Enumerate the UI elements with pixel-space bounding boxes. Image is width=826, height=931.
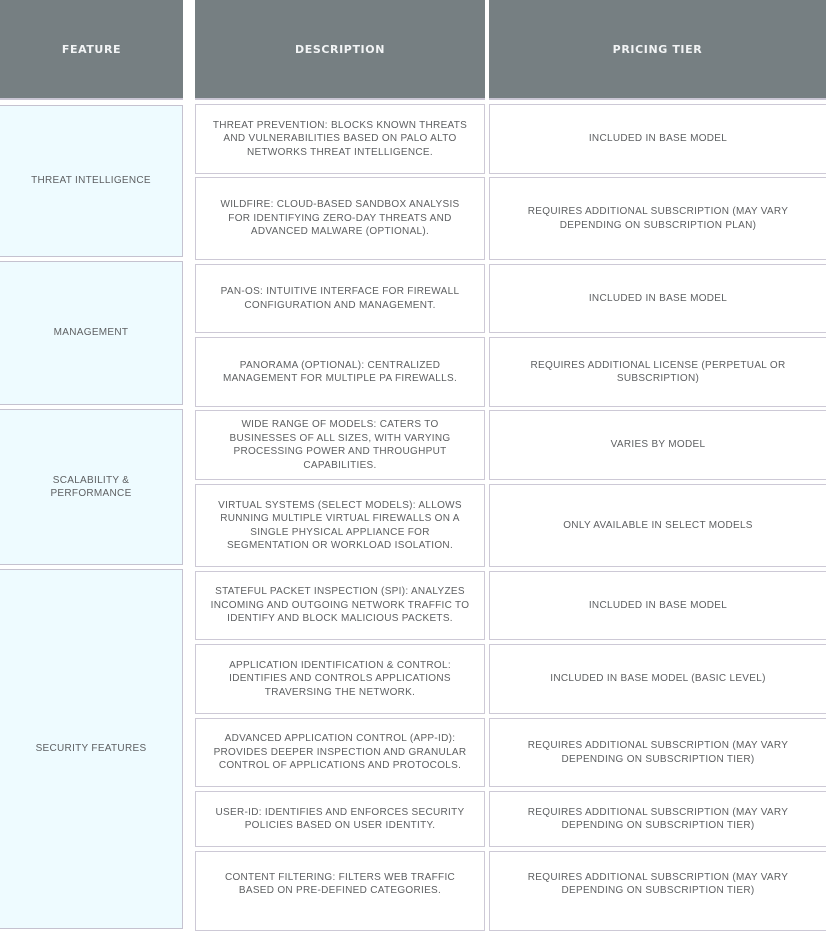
description-cell: VIRTUAL SYSTEMS (SELECT MODELS): ALLOWS … (195, 484, 485, 567)
description-cell: PANORAMA (OPTIONAL): CENTRALIZED MANAGEM… (195, 337, 485, 407)
feature-cell-security-features: SECURITY FEATURES (0, 569, 183, 929)
description-cell: STATEFUL PACKET INSPECTION (SPI): ANALYZ… (195, 571, 485, 640)
pricing-cell: INCLUDED IN BASE MODEL (BASIC LEVEL) (489, 644, 826, 714)
pricing-cell: ONLY AVAILABLE IN SELECT MODELS (489, 484, 826, 567)
header-description: DESCRIPTION (195, 0, 485, 100)
pricing-cell: INCLUDED IN BASE MODEL (489, 571, 826, 640)
pricing-cell: VARIES BY MODEL (489, 410, 826, 480)
feature-cell-threat-intelligence: THREAT INTELLIGENCE (0, 105, 183, 257)
pricing-cell: REQUIRES ADDITIONAL LICENSE (PERPETUAL O… (489, 337, 826, 407)
description-cell: ADVANCED APPLICATION CONTROL (APP-ID): P… (195, 718, 485, 787)
description-cell: WILDFIRE: CLOUD-BASED SANDBOX ANALYSIS F… (195, 177, 485, 260)
feature-cell-management: MANAGEMENT (0, 261, 183, 405)
header-feature: FEATURE (0, 0, 183, 100)
description-cell: THREAT PREVENTION: BLOCKS KNOWN THREATS … (195, 104, 485, 174)
pricing-cell: REQUIRES ADDITIONAL SUBSCRIPTION (MAY VA… (489, 718, 826, 787)
description-cell: CONTENT FILTERING: FILTERS WEB TRAFFIC B… (195, 851, 485, 931)
description-cell: WIDE RANGE OF MODELS: CATERS TO BUSINESS… (195, 410, 485, 480)
header-pricing-tier: PRICING TIER (489, 0, 826, 100)
feature-cell-scalability-performance: SCALABILITY & PERFORMANCE (0, 409, 183, 565)
pricing-cell: INCLUDED IN BASE MODEL (489, 264, 826, 333)
description-cell: APPLICATION IDENTIFICATION & CONTROL: ID… (195, 644, 485, 714)
pricing-cell: REQUIRES ADDITIONAL SUBSCRIPTION (MAY VA… (489, 851, 826, 931)
pricing-cell: REQUIRES ADDITIONAL SUBSCRIPTION (MAY VA… (489, 791, 826, 847)
pricing-cell: INCLUDED IN BASE MODEL (489, 104, 826, 174)
pricing-cell: REQUIRES ADDITIONAL SUBSCRIPTION (MAY VA… (489, 177, 826, 260)
description-cell: PAN-OS: INTUITIVE INTERFACE FOR FIREWALL… (195, 264, 485, 333)
description-cell: USER-ID: IDENTIFIES AND ENFORCES SECURIT… (195, 791, 485, 847)
